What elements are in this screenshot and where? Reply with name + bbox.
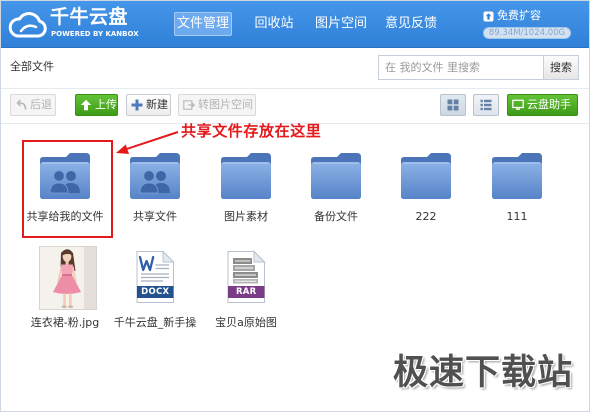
folder-icon	[398, 152, 454, 200]
annotation-text: 共享文件存放在这里	[181, 122, 322, 140]
folder-icon	[218, 152, 274, 200]
list-view-icon	[480, 99, 492, 111]
cloud-logo-icon	[8, 12, 47, 38]
tab-image-space[interactable]: 图片空间	[312, 12, 370, 36]
file-name: 共享文件	[133, 210, 177, 223]
shared-folder-icon	[37, 152, 93, 200]
to-image-space-button[interactable]: 转图片空间	[178, 94, 256, 116]
search-button[interactable]: 搜索	[543, 55, 579, 80]
to-image-space-label: 转图片空间	[198, 98, 253, 111]
grid-view-icon	[447, 99, 459, 111]
top-header: 千牛云盘 POWERED BY KANBOX 文件管理 回收站 图片空间 意见反…	[0, 0, 590, 48]
search-input[interactable]	[378, 55, 544, 80]
app-title: 千牛云盘	[50, 6, 129, 28]
file-item[interactable]: 连衣裙-粉.jpg	[20, 245, 110, 335]
expand-storage-icon	[483, 11, 494, 21]
rar-badge: RAR	[235, 287, 257, 297]
image-thumbnail	[39, 246, 97, 310]
list-view-button[interactable]	[473, 94, 499, 116]
plus-icon	[131, 99, 143, 111]
file-name: 共享给我的文件	[26, 210, 104, 223]
storage-usage-bar: 89.34M/1024.00G	[483, 27, 571, 39]
file-item[interactable]: 共享文件	[110, 150, 200, 240]
watermark: 极速下载站	[393, 353, 574, 393]
monitor-icon	[512, 99, 524, 110]
file-item[interactable]: 图片素材	[201, 150, 291, 240]
file-item[interactable]: 222	[381, 150, 471, 240]
logo[interactable]: 千牛云盘 POWERED BY KANBOX	[6, 5, 139, 43]
new-label: 新建	[146, 98, 168, 111]
shared-folder-icon	[127, 152, 183, 200]
file-item[interactable]: RAR 宝贝a原始图	[201, 245, 291, 335]
file-name: 图片素材	[224, 210, 268, 223]
upload-button[interactable]: 上传	[75, 94, 118, 116]
back-button[interactable]: 后退	[10, 94, 56, 116]
tab-recycle-bin[interactable]: 回收站	[250, 12, 298, 36]
tab-file-management[interactable]: 文件管理	[174, 12, 232, 36]
file-item[interactable]: DOCX 千牛云盘_新手操	[110, 245, 200, 335]
expand-storage-label: 免费扩容	[497, 9, 541, 22]
grid-view-button[interactable]	[440, 94, 466, 116]
divider	[0, 88, 590, 89]
cloud-helper-button[interactable]: 云盘助手	[507, 94, 578, 116]
back-label: 后退	[30, 98, 52, 111]
file-item[interactable]: 备份文件	[291, 150, 381, 240]
file-name: 备份文件	[314, 210, 358, 223]
file-name: 连衣裙-粉.jpg	[30, 316, 100, 329]
upload-arrow-icon	[80, 99, 92, 111]
upload-label: 上传	[95, 98, 117, 111]
back-arrow-icon	[16, 99, 27, 110]
file-name: 222	[415, 210, 437, 223]
image-space-icon	[183, 100, 195, 110]
file-name: 宝贝a原始图	[215, 316, 277, 329]
file-name: 千牛云盘_新手操	[113, 316, 197, 329]
docx-badge: DOCX	[141, 287, 170, 297]
folder-icon	[308, 152, 364, 200]
file-item-shared-with-me[interactable]: 共享给我的文件	[20, 150, 110, 240]
tab-feedback[interactable]: 意见反馈	[382, 12, 440, 36]
expand-storage-link[interactable]: 免费扩容	[483, 9, 541, 23]
new-folder-button[interactable]: 新建	[126, 94, 171, 116]
file-item[interactable]: 111	[472, 150, 562, 240]
app-subtitle: POWERED BY KANBOX	[51, 30, 139, 38]
docx-file-icon: DOCX	[135, 250, 175, 304]
file-name: 111	[506, 210, 528, 223]
breadcrumb[interactable]: 全部文件	[10, 60, 54, 74]
cloud-helper-label: 云盘助手	[527, 98, 571, 111]
folder-icon	[489, 152, 545, 200]
rar-file-icon: RAR	[226, 250, 266, 304]
